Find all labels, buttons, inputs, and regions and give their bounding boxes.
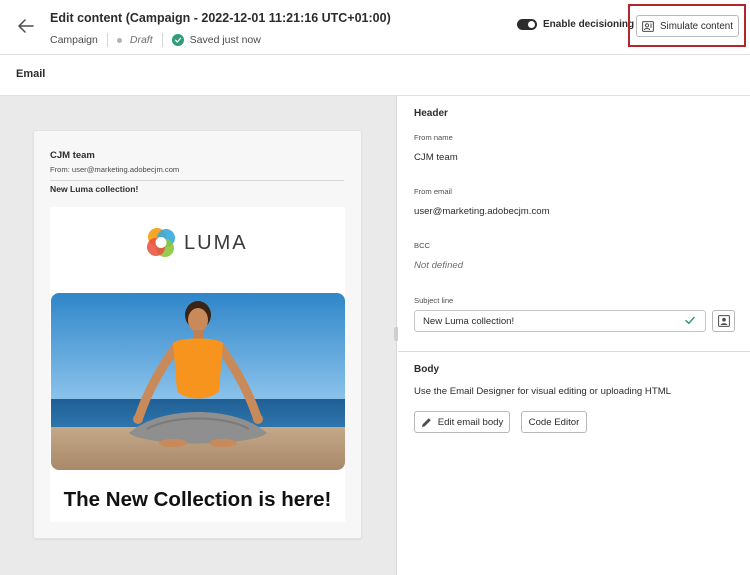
preview-from-name: CJM team xyxy=(50,150,95,161)
saved-status: Saved just now xyxy=(189,34,261,46)
personalize-icon xyxy=(717,315,730,327)
section-title: Email xyxy=(16,68,46,80)
properties-panel: Header From name CJM team From email use… xyxy=(398,96,750,575)
arrow-left-icon xyxy=(18,19,34,33)
luma-logo: LUMA xyxy=(144,226,248,260)
page-title: Edit content (Campaign - 2022-12-01 11:2… xyxy=(50,11,391,25)
bcc-value: Not defined xyxy=(414,260,464,271)
checkmark-icon xyxy=(685,316,695,328)
email-headline: The New Collection is here! xyxy=(63,488,332,511)
personalize-button[interactable] xyxy=(712,310,735,332)
divider xyxy=(106,33,108,47)
email-body: LUMA The New Collection is here! xyxy=(50,207,345,522)
hero-image xyxy=(51,293,345,470)
toggle-knob xyxy=(528,21,535,28)
from-name-value: CJM team xyxy=(414,152,458,163)
toggle-label: Enable decisioning xyxy=(543,19,635,30)
code-editor-label: Code Editor xyxy=(528,416,580,428)
subject-line-value: New Luma collection! xyxy=(423,315,515,327)
logo-text: LUMA xyxy=(184,231,248,254)
email-preview-area: CJM team From: user@marketing.adobecjm.c… xyxy=(0,96,397,575)
preview-from-email: From: user@marketing.adobecjm.com xyxy=(50,165,180,174)
simulate-icon xyxy=(642,20,654,32)
edit-email-body-label: Edit email body xyxy=(437,416,504,428)
pencil-icon xyxy=(421,417,432,428)
section-bar: Email xyxy=(0,55,750,96)
divider xyxy=(398,351,750,352)
decisioning-toggle[interactable] xyxy=(517,19,537,30)
decisioning-toggle-group: Enable decisioning xyxy=(517,19,634,30)
from-email-label: From email xyxy=(414,187,452,196)
body-section-title: Body xyxy=(414,364,439,375)
preview-subject: New Luma collection! xyxy=(50,184,139,194)
luma-logo-icon xyxy=(147,228,175,257)
content-meta: Campaign Draft Saved just now xyxy=(50,33,261,47)
content-type: Campaign xyxy=(50,34,98,46)
subject-line-input[interactable]: New Luma collection! xyxy=(414,310,706,332)
back-button[interactable] xyxy=(14,14,38,38)
simulate-content-label: Simulate content xyxy=(660,20,733,32)
body-description: Use the Email Designer for visual editin… xyxy=(414,386,672,397)
subject-line-label: Subject line xyxy=(414,296,454,305)
divider xyxy=(161,33,163,47)
edit-email-body-button[interactable]: Edit email body xyxy=(414,411,510,433)
bcc-label: BCC xyxy=(414,241,431,250)
status-dot xyxy=(116,37,122,43)
top-header: Edit content (Campaign - 2022-12-01 11:2… xyxy=(0,0,750,55)
email-preview-card: CJM team From: user@marketing.adobecjm.c… xyxy=(33,130,362,539)
from-name-label: From name xyxy=(414,133,453,142)
status-badge: Draft xyxy=(129,34,153,46)
checkmark-icon xyxy=(171,34,184,46)
simulate-content-button[interactable]: Simulate content xyxy=(636,15,739,37)
from-email-value: user@marketing.adobecjm.com xyxy=(414,206,550,217)
divider xyxy=(50,180,344,181)
code-editor-button[interactable]: Code Editor xyxy=(521,411,587,433)
header-section-title: Header xyxy=(414,108,448,119)
